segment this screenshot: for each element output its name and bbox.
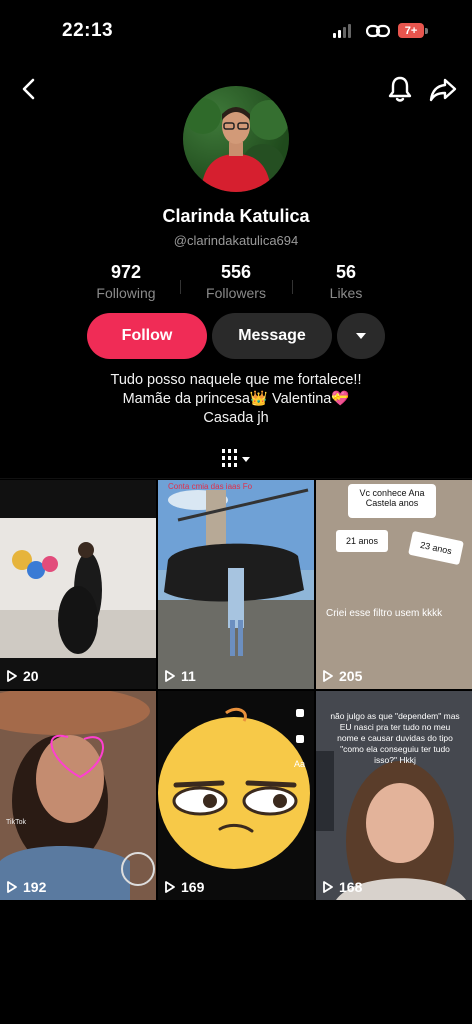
message-button[interactable]: Message — [212, 313, 332, 359]
video-caption: Conta cmia das iaas Fo — [168, 482, 253, 491]
signal-icon — [333, 24, 351, 38]
profile-name: Clarinda Katulica — [162, 206, 310, 226]
stat-followers[interactable]: 556 Followers — [186, 262, 286, 301]
play-icon — [323, 670, 333, 682]
view-count: 20 — [6, 668, 39, 684]
stat-divider — [180, 280, 181, 294]
video-thumbnail-image — [0, 518, 156, 658]
follow-button[interactable]: Follow — [87, 313, 207, 359]
tab-divider — [0, 478, 472, 479]
view-count: 192 — [6, 879, 46, 895]
videos-grid-tab-icon[interactable] — [220, 447, 254, 471]
stat-label: Followers — [206, 285, 266, 301]
play-icon — [165, 670, 175, 682]
view-count-value: 205 — [339, 668, 363, 684]
view-count-value: 11 — [181, 668, 196, 684]
video-thumbnail-image — [0, 691, 155, 900]
video-thumbnail[interactable]: Conta cmia das iaas Fo 11 — [158, 480, 314, 689]
view-count: 169 — [164, 879, 204, 895]
question-card: Vc conhece Ana Castela anos — [348, 484, 436, 518]
view-count: 168 — [322, 879, 362, 895]
play-icon — [323, 881, 333, 893]
stat-label: Following — [96, 285, 156, 301]
tiktok-watermark: TikTok — [6, 819, 26, 826]
video-thumbnail[interactable]: Aa 169 — [158, 691, 314, 900]
play-icon — [7, 881, 17, 893]
bio-line: Tudo posso naquele que me fortalece!! — [110, 372, 362, 388]
share-icon[interactable] — [428, 74, 458, 104]
play-icon — [7, 670, 17, 682]
battery-tip — [425, 28, 428, 34]
video-thumbnail[interactable]: 20 — [0, 480, 156, 689]
profile-handle: @clarindakatulica694 — [173, 233, 299, 248]
status-time: 22:13 — [62, 20, 114, 41]
video-thumbnail[interactable]: não julgo as que "dependem" mas EU nasci… — [316, 691, 472, 900]
video-thumbnail-image — [158, 480, 314, 689]
video-thumbnail[interactable]: TikTok 192 — [0, 691, 156, 900]
video-caption: não julgo as que "dependem" mas EU nasci… — [330, 711, 460, 765]
bio-line: Mamãe da princesa👑 Valentina💝 — [122, 391, 350, 407]
emoji-face — [158, 707, 310, 869]
video-caption: Criei esse filtro usem kkkk — [326, 608, 443, 619]
stat-value: 56 — [335, 262, 357, 282]
stat-value: 972 — [110, 262, 142, 282]
stat-likes[interactable]: 56 Likes — [296, 262, 396, 301]
view-count-value: 168 — [339, 879, 363, 895]
view-count: 11 — [164, 668, 196, 684]
suggested-accounts-button[interactable] — [337, 313, 385, 359]
stat-following[interactable]: 972 Following — [76, 262, 176, 301]
avatar-photo — [185, 98, 289, 192]
view-count: 205 — [322, 668, 362, 684]
battery-indicator: 7+ — [398, 23, 424, 38]
view-count-value: 192 — [23, 879, 47, 895]
video-thumbnail[interactable]: Vc conhece Ana Castela anos 21 anos 23 a… — [316, 480, 472, 689]
stat-value: 556 — [220, 262, 252, 282]
stat-label: Likes — [329, 285, 363, 301]
back-icon[interactable] — [16, 76, 42, 102]
answer-card: 23 anos — [408, 530, 464, 566]
link-icon — [366, 24, 390, 38]
caret-down-icon — [356, 333, 366, 339]
bell-icon[interactable] — [386, 74, 414, 104]
stat-divider — [292, 280, 293, 294]
play-icon — [165, 881, 175, 893]
view-count-value: 20 — [23, 668, 39, 684]
bio-line: Casada jh — [203, 410, 269, 426]
text-tool-label: Aa — [294, 759, 306, 769]
avatar[interactable] — [183, 86, 289, 192]
answer-card: 21 anos — [336, 530, 388, 552]
view-count-value: 169 — [181, 879, 205, 895]
